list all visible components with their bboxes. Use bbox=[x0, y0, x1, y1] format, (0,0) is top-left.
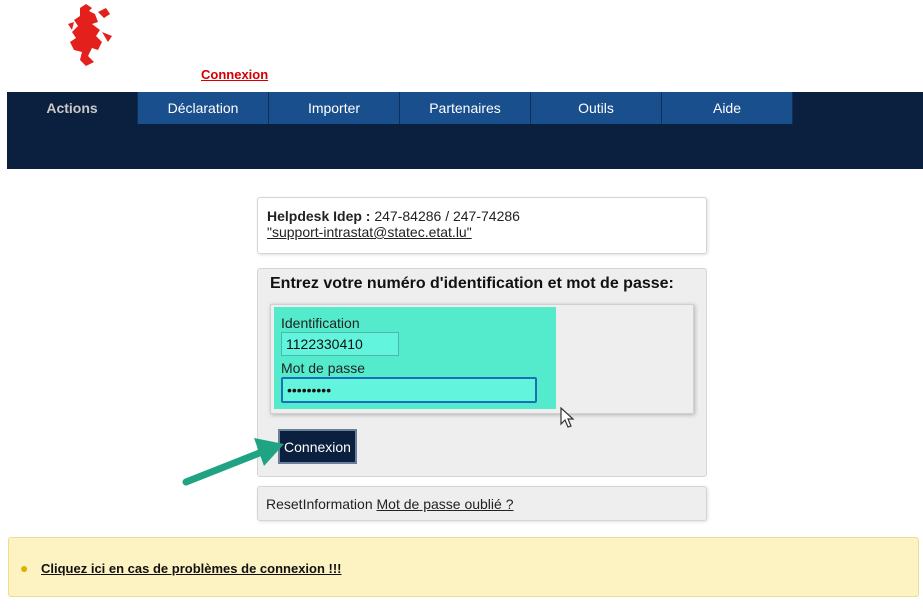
nav-item-declaration[interactable]: Déclaration bbox=[138, 92, 269, 124]
reset-text: ResetInformation bbox=[266, 496, 377, 512]
nav-item-outils[interactable]: Outils bbox=[531, 92, 662, 124]
nav-item-actions[interactable]: Actions bbox=[7, 92, 138, 124]
login-title: Entrez votre numéro d'identification et … bbox=[270, 275, 674, 292]
annotation-arrow bbox=[182, 438, 284, 486]
password-input[interactable] bbox=[281, 377, 537, 403]
login-box: Entrez votre numéro d'identification et … bbox=[257, 268, 707, 477]
main-nav: Actions Déclaration Importer Partenaires… bbox=[7, 92, 793, 124]
password-label: Mot de passe bbox=[281, 360, 366, 376]
helpdesk-email-link[interactable]: "support-intrastat@statec.etat.lu" bbox=[267, 224, 472, 240]
connection-help-box: ● Cliquez ici en cas de problèmes de con… bbox=[8, 537, 919, 597]
luxembourg-lion-logo bbox=[68, 4, 112, 66]
forgot-password-link[interactable]: Mot de passe oublié ? bbox=[377, 496, 514, 512]
login-fields-highlight: Identification Mot de passe bbox=[274, 307, 556, 409]
helpdesk-label: Helpdesk Idep : bbox=[267, 208, 371, 224]
connection-help-link[interactable]: Cliquez ici en cas de problèmes de conne… bbox=[41, 561, 342, 576]
helpdesk-box: Helpdesk Idep : 247-84286 / 247-74286 "s… bbox=[257, 197, 707, 254]
lightbulb-icon: ● bbox=[20, 560, 29, 576]
helpdesk-phones: 247-84286 / 247-74286 bbox=[370, 208, 520, 224]
mouse-cursor-icon bbox=[560, 407, 575, 428]
identification-label: Identification bbox=[281, 315, 360, 331]
reset-box: ResetInformation Mot de passe oublié ? bbox=[257, 486, 707, 521]
nav-item-importer[interactable]: Importer bbox=[269, 92, 400, 124]
identification-input[interactable] bbox=[281, 332, 399, 356]
nav-item-aide[interactable]: Aide bbox=[662, 92, 793, 124]
login-fields-panel: Identification Mot de passe bbox=[270, 304, 694, 414]
header-login-link[interactable]: Connexion bbox=[201, 67, 268, 82]
nav-item-partenaires[interactable]: Partenaires bbox=[400, 92, 531, 124]
